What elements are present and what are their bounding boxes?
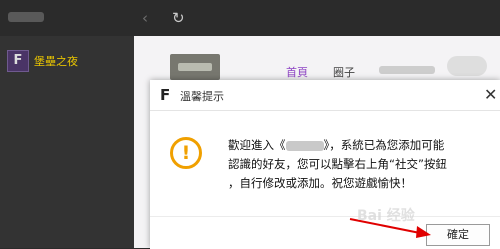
red-arrow-annotation (349, 218, 431, 238)
arrow-head (416, 226, 431, 238)
watermark: Bai 经验 (357, 208, 415, 224)
